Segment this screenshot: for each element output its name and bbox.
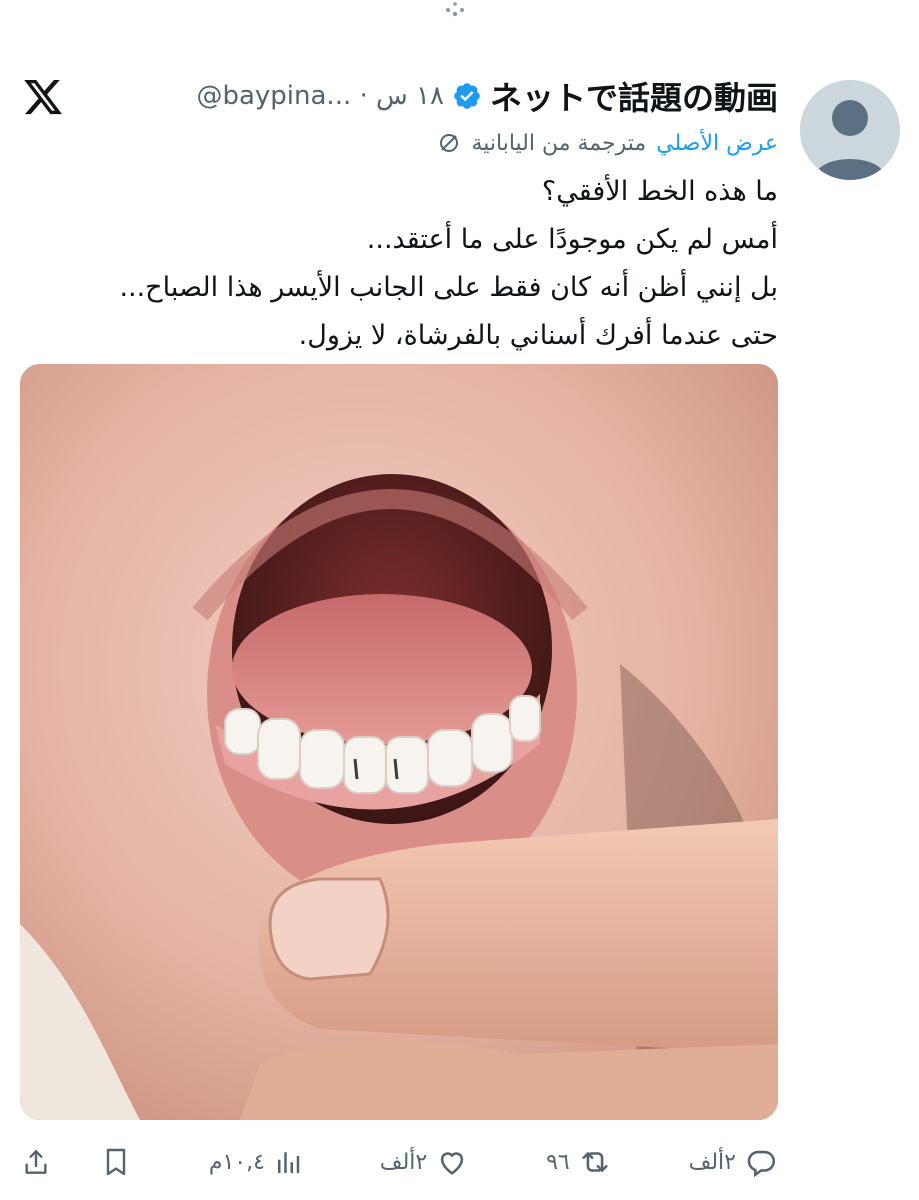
repost-button[interactable]: ٩٦ [546,1145,612,1179]
repost-icon [582,1152,608,1172]
x-logo-icon[interactable] [22,76,64,118]
translation-note: مترجمة من اليابانية [471,130,647,156]
reply-icon [747,1150,776,1178]
avatar[interactable] [800,80,900,180]
post-text-line: ما هذه الخط الأفقي؟ [541,176,778,207]
verified-badge-icon [454,83,480,109]
views-count: ١٠,٤م [208,1149,265,1175]
post-header: ネットで話題の動画 @baypina... · ١٨ س [196,74,778,118]
post-media-image[interactable] [20,364,778,1120]
bookmark-icon[interactable] [100,1146,132,1178]
utility-actions [20,1146,132,1178]
reply-count: ٢ألف [688,1149,736,1175]
post-text: ما هذه الخط الأفقي؟ أمس لم يكن موجودًا ع… [18,168,778,360]
share-icon[interactable] [20,1146,52,1178]
post-text-line: بل إنني أظن أنه كان فقط على الجانب الأيس… [119,272,778,303]
translate-icon [440,134,459,152]
views-icon [277,1152,300,1174]
loading-spinner-icon [446,2,464,17]
reply-button[interactable]: ٢ألف [689,1145,778,1179]
views-button[interactable]: ١٠,٤م [209,1147,303,1177]
post-text-line: حتى عندما أفرك أسناني بالفرشاة، لا يزول. [298,320,778,351]
post-actions-bar: ٢ألف ٩٦ ٢ألف ١٠,٤م [20,1140,778,1184]
like-button[interactable]: ٢ألف [380,1145,469,1179]
post-text-line: أمس لم يكن موجودًا على ما أعتقد... [366,224,778,255]
show-original-link[interactable]: عرض الأصلي [656,131,778,156]
display-name[interactable]: ネットで話題の動画 [490,73,778,119]
translation-row: مترجمة من اليابانية عرض الأصلي [437,125,778,161]
repost-count: ٩٦ [546,1149,570,1175]
default-avatar-icon [800,80,900,180]
like-count: ٢ألف [379,1149,428,1175]
handle-and-time[interactable]: @baypina... · ١٨ س [196,81,444,111]
like-icon [441,1152,464,1175]
mouth-photo [20,364,778,1120]
